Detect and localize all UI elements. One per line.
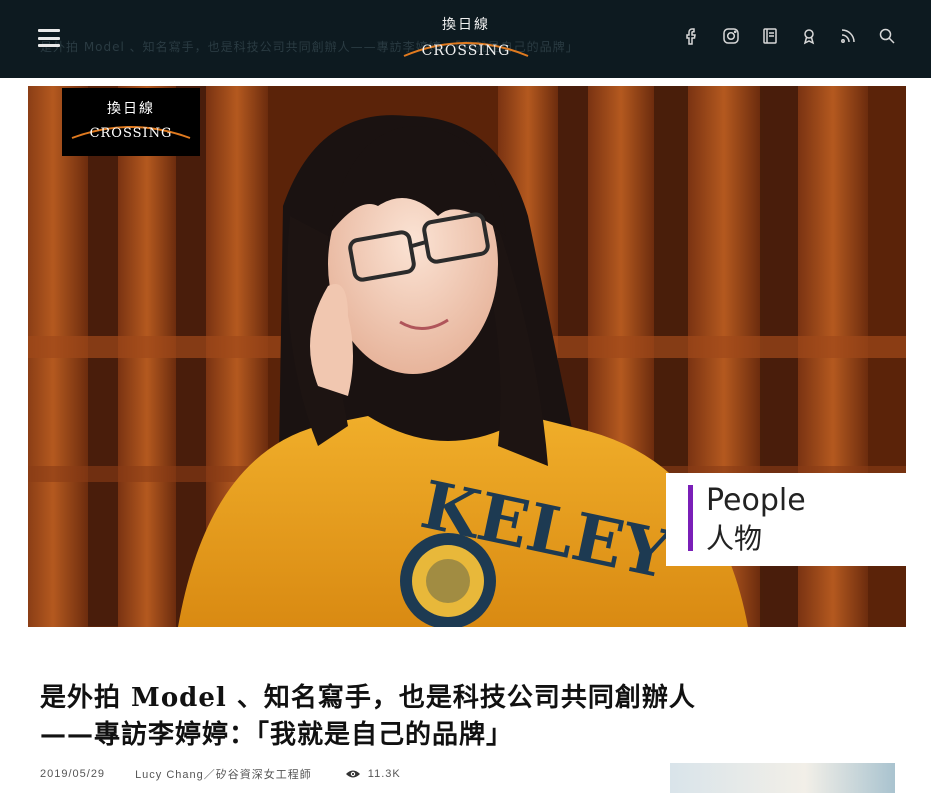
site-logo[interactable]: 換日線 CROSSING: [398, 10, 534, 66]
podcast-icon[interactable]: [799, 26, 819, 46]
article-title-line1: 是外拍 Model 、知名寫手，也是科技公司共同創辦人: [40, 683, 696, 713]
facebook-icon[interactable]: [682, 26, 702, 46]
logo-en: CROSSING: [421, 43, 511, 59]
hero-logo-arc: [71, 126, 191, 139]
sidebar-thumbnail[interactable]: [670, 763, 895, 793]
hero-logo-en: CROSSING: [89, 126, 173, 141]
instagram-icon[interactable]: [721, 26, 741, 46]
badge-label-en: People: [706, 483, 806, 518]
site-header: 是外拍 Model 、知名寫手，也是科技公司共同創辦人——專訪李婷婷：「我就是自…: [0, 0, 931, 78]
view-count-value: 11.3K: [367, 768, 401, 780]
search-icon[interactable]: [877, 26, 897, 46]
hero-image[interactable]: KELEY 換日線 CROSSING People 人物: [28, 86, 906, 627]
badge-label-zh: 人物: [706, 522, 763, 555]
article-title-line2: ——專訪李婷婷：「我就是自己的品牌」: [40, 720, 514, 750]
hero-logo-badge: 換日線 CROSSING: [62, 88, 200, 156]
article-title: 是外拍 Model 、知名寫手，也是科技公司共同創辦人 ——專訪李婷婷：「我就是…: [40, 680, 740, 754]
social-icons: [682, 26, 897, 46]
view-count: 11.3K: [345, 768, 401, 780]
publish-date: 2019/05/29: [40, 768, 106, 780]
menu-icon[interactable]: [38, 29, 60, 47]
badge-accent-bar: [688, 485, 693, 551]
eye-icon: [345, 770, 360, 778]
rss-icon[interactable]: [838, 26, 858, 46]
book-icon[interactable]: [760, 26, 780, 46]
category-badge[interactable]: People 人物: [666, 473, 906, 566]
